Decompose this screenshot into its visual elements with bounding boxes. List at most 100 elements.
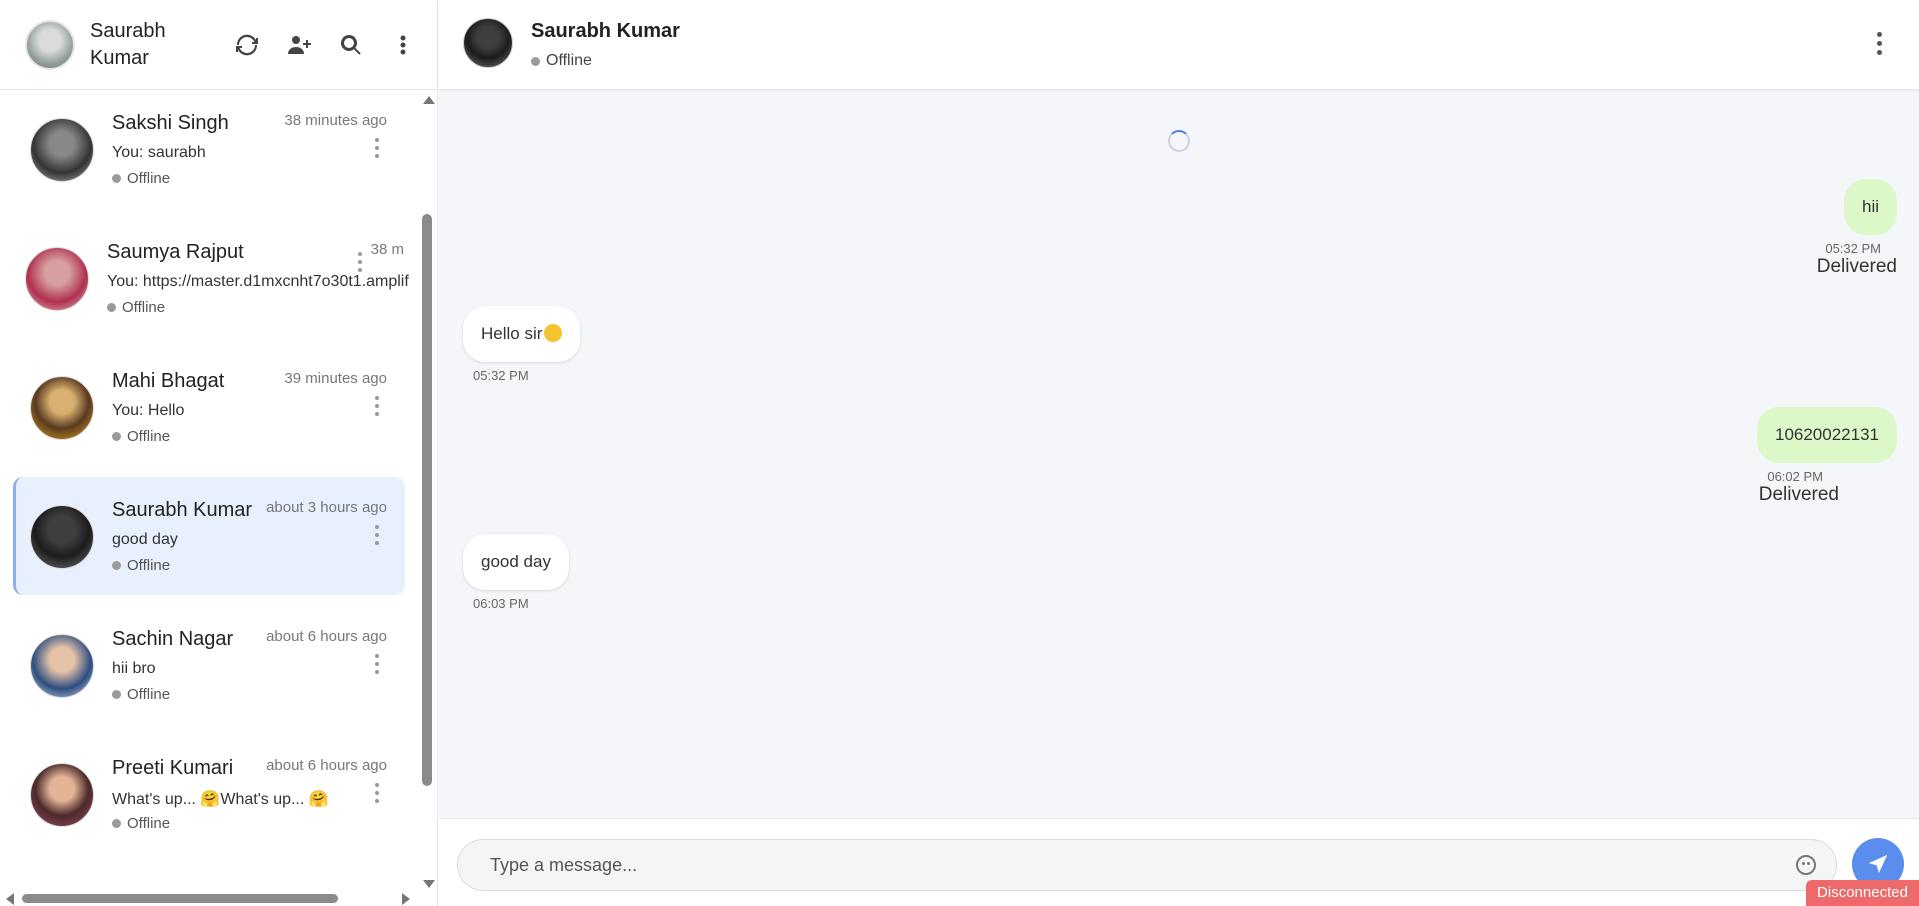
message-time: 05:32 PM bbox=[1825, 241, 1881, 256]
status-dot bbox=[112, 561, 121, 570]
last-message: good day bbox=[112, 531, 178, 548]
contact-name: Saumya Rajput bbox=[107, 241, 244, 263]
sidebar-header: Saurabh Kumar bbox=[0, 0, 437, 90]
message-time: 05:32 PM bbox=[473, 368, 529, 383]
sidebar: Saurabh Kumar Sakshi Singh 38 minutes ag… bbox=[0, 0, 438, 906]
message-bubble: hii bbox=[1843, 179, 1897, 235]
status-text: Offline bbox=[127, 686, 171, 703]
conversation-item[interactable]: Preeti Kumari about 6 hours ago What's u… bbox=[13, 735, 405, 853]
more-vertical-icon[interactable] bbox=[373, 525, 381, 549]
last-message-time: about 6 hours ago bbox=[266, 628, 387, 645]
add-user-icon[interactable] bbox=[285, 31, 313, 59]
status-text: Offline bbox=[127, 815, 171, 832]
delivery-receipt: Delivered bbox=[1758, 484, 1839, 505]
conversation-item[interactable]: Mahi Bhagat 39 minutes ago You: Hello Of… bbox=[13, 348, 405, 466]
more-vertical-icon[interactable] bbox=[389, 31, 417, 59]
more-vertical-icon[interactable] bbox=[373, 654, 381, 678]
conversation-item[interactable]: Saumya Rajput 38 m You: https://master.d… bbox=[8, 219, 409, 337]
contact-name: Sakshi Singh bbox=[112, 112, 229, 134]
last-message-time: 39 minutes ago bbox=[284, 370, 387, 387]
my-name: Saurabh Kumar bbox=[90, 19, 166, 69]
status-dot bbox=[112, 690, 121, 699]
message-incoming: Hello sir 05:32 PM bbox=[463, 306, 581, 383]
contact-name: Saurabh Kumar bbox=[531, 20, 680, 42]
status-dot bbox=[112, 432, 121, 441]
message-outgoing: 10620022131 06:02 PM Delivered bbox=[1756, 407, 1897, 506]
vertical-scrollbar[interactable] bbox=[420, 92, 436, 888]
chat-panel: Saurabh Kumar Offline hii 05:32 PM Deliv… bbox=[439, 0, 1919, 906]
avatar bbox=[25, 247, 89, 311]
scroll-down-arrow-icon[interactable] bbox=[423, 880, 435, 888]
contact-name: Saurabh Kumar bbox=[112, 499, 253, 521]
connection-status-badge: Disconnected bbox=[1806, 880, 1919, 906]
delivery-receipt: Delivered bbox=[1816, 256, 1897, 277]
conversation-item[interactable]: Sachin Nagar about 6 hours ago hii bro O… bbox=[13, 606, 405, 724]
message-bubble: 10620022131 bbox=[1756, 407, 1897, 463]
conversation-item[interactable]: Sakshi Singh 38 minutes ago You: saurabh… bbox=[13, 90, 405, 208]
emoji-icon[interactable] bbox=[1796, 855, 1816, 875]
send-icon bbox=[1868, 854, 1888, 874]
status: Offline bbox=[112, 428, 170, 445]
status-text: Offline bbox=[127, 170, 171, 187]
status: Offline bbox=[112, 170, 170, 187]
status-dot bbox=[531, 56, 540, 66]
last-message: What's up... 🤗What's up... 🤗 bbox=[112, 791, 329, 808]
message-incoming: good day 06:03 PM bbox=[463, 534, 569, 611]
more-vertical-icon[interactable] bbox=[373, 396, 381, 420]
status: Offline bbox=[112, 557, 170, 574]
search-icon[interactable] bbox=[337, 31, 365, 59]
horizontal-scrollbar[interactable] bbox=[0, 890, 420, 906]
status: Offline bbox=[112, 686, 170, 703]
status-text: Offline bbox=[122, 299, 166, 316]
avatar bbox=[30, 118, 94, 182]
more-vertical-icon[interactable] bbox=[1875, 32, 1883, 58]
conversation-list: Sakshi Singh 38 minutes ago You: saurabh… bbox=[0, 90, 420, 886]
status-text: Offline bbox=[127, 428, 171, 445]
status: Offline bbox=[112, 815, 170, 832]
more-vertical-icon[interactable] bbox=[356, 252, 364, 276]
message-time: 06:02 PM bbox=[1767, 469, 1823, 484]
scroll-right-arrow-icon[interactable] bbox=[402, 893, 410, 905]
status-text: Offline bbox=[546, 52, 592, 69]
scroll-left-arrow-icon[interactable] bbox=[6, 893, 14, 905]
scrollbar-thumb[interactable] bbox=[22, 894, 338, 903]
status: Offline bbox=[107, 299, 165, 316]
contact-status: Offline bbox=[531, 52, 592, 70]
conversation-item-active[interactable]: Saurabh Kumar about 3 hours ago good day… bbox=[13, 477, 405, 595]
status-dot bbox=[112, 174, 121, 183]
message-input-wrapper bbox=[457, 839, 1837, 891]
refresh-icon[interactable] bbox=[233, 31, 261, 59]
last-message: You: saurabh bbox=[112, 144, 206, 161]
message-bubble: Hello sir bbox=[463, 306, 581, 362]
contact-name: Preeti Kumari bbox=[112, 757, 234, 779]
status-text: Offline bbox=[127, 557, 171, 574]
contact-name: Sachin Nagar bbox=[112, 628, 234, 650]
avatar bbox=[30, 634, 94, 698]
avatar bbox=[30, 376, 94, 440]
last-message-time: 38 m bbox=[370, 241, 404, 258]
scroll-up-arrow-icon[interactable] bbox=[423, 96, 435, 104]
more-vertical-icon[interactable] bbox=[373, 138, 381, 162]
more-vertical-icon[interactable] bbox=[373, 783, 381, 807]
scrollbar-thumb[interactable] bbox=[422, 214, 432, 786]
status-dot bbox=[107, 303, 116, 312]
contact-name: Mahi Bhagat bbox=[112, 370, 225, 392]
message-outgoing: hii 05:32 PM Delivered bbox=[1817, 179, 1897, 278]
last-message-time: about 6 hours ago bbox=[266, 757, 387, 774]
loading-spinner-icon bbox=[1168, 130, 1190, 152]
status-dot bbox=[112, 819, 121, 828]
message-time: 06:03 PM bbox=[473, 596, 529, 611]
contact-avatar[interactable] bbox=[463, 18, 513, 68]
grinning-face-emoji-icon bbox=[544, 323, 563, 342]
message-bubble: good day bbox=[463, 534, 569, 590]
message-input[interactable] bbox=[490, 840, 1770, 890]
my-avatar[interactable] bbox=[25, 19, 75, 70]
last-message-time: 38 minutes ago bbox=[284, 112, 387, 129]
avatar bbox=[30, 505, 94, 569]
chat-header: Saurabh Kumar Offline bbox=[439, 0, 1919, 90]
avatar bbox=[30, 763, 94, 827]
last-message-time: about 3 hours ago bbox=[266, 499, 387, 516]
message-text: Hello sir bbox=[481, 324, 543, 343]
last-message: You: Hello bbox=[112, 402, 185, 419]
last-message: hii bro bbox=[112, 660, 156, 677]
